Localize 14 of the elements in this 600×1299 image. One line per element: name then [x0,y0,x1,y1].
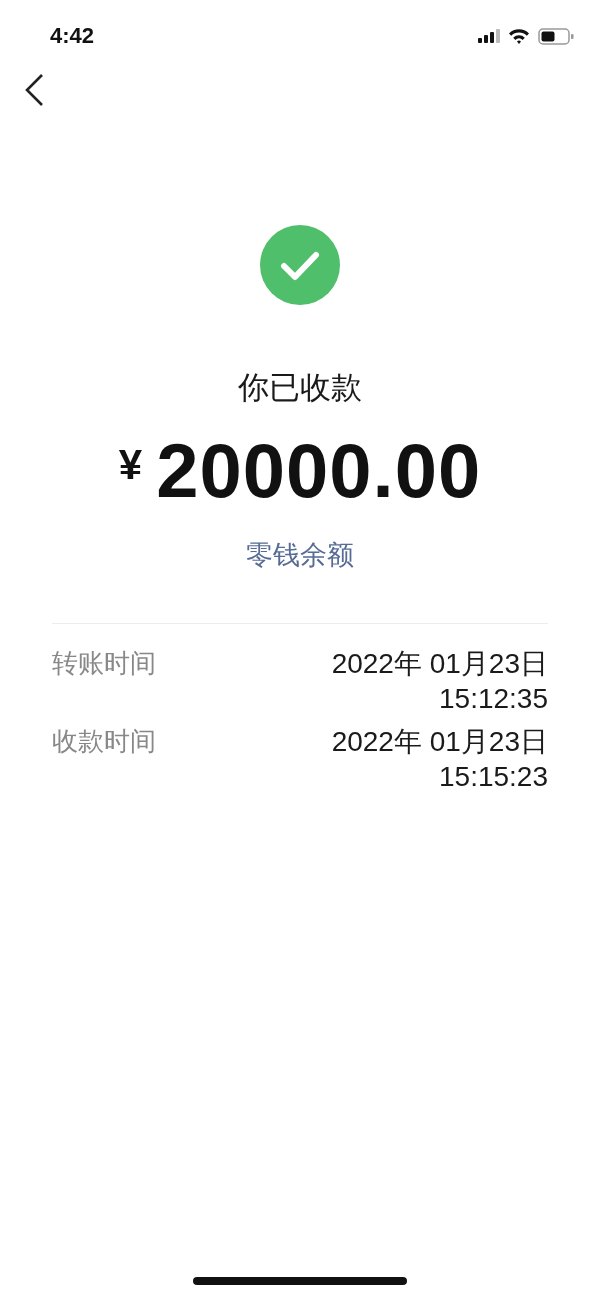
wifi-icon [508,28,530,44]
battery-icon [538,27,574,45]
amount: 20000.00 [156,427,482,515]
result-title: 你已收款 [238,368,362,407]
status-time: 4:42 [50,23,95,49]
currency-symbol: ¥ [118,441,143,489]
detail-label: 转账时间 [52,647,156,680]
balance-link[interactable]: 零钱余额 [246,537,354,573]
detail-label: 收款时间 [52,725,156,758]
detail-value: 2022年 01月23日 15:12:35 [330,647,548,716]
check-circle-icon [260,225,340,305]
back-button[interactable] [24,72,46,108]
signal-icon [478,29,500,43]
detail-value: 2022年 01月23日 15:15:23 [330,725,548,794]
